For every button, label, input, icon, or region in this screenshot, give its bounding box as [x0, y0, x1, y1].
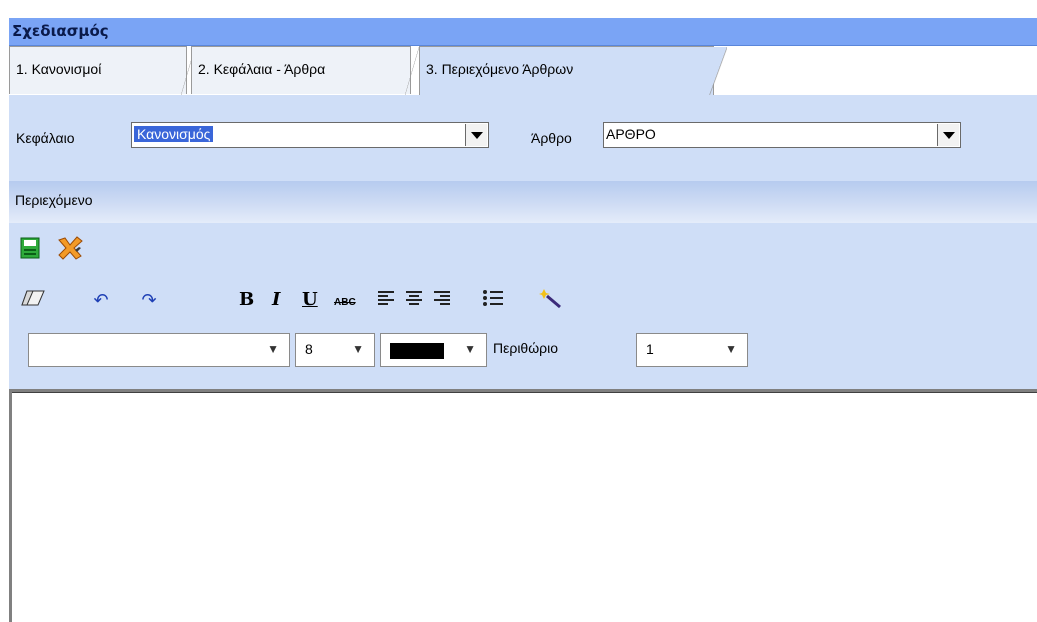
chevron-down-icon: ▼	[267, 342, 279, 356]
font-family-select[interactable]: ▼	[28, 333, 290, 367]
font-size-select[interactable]: 8 ▼	[295, 333, 375, 367]
margin-label: Περιθώριο	[493, 340, 559, 356]
tab-regulations[interactable]: 1. Κανονισμοί	[9, 46, 195, 95]
bold-button[interactable]: B	[239, 289, 254, 311]
font-size-value: 8	[305, 341, 313, 357]
margin-value: 1	[646, 341, 654, 357]
font-color-select[interactable]: ▼	[380, 333, 487, 367]
strikethrough-button[interactable]: ABC	[334, 292, 356, 314]
magic-wand-icon[interactable]	[537, 287, 563, 314]
bullet-list-icon[interactable]	[481, 289, 505, 312]
chapter-label: Κεφάλαιο	[16, 130, 75, 146]
chevron-down-icon[interactable]	[937, 124, 959, 146]
tab-label: 3. Περιεχόμενο Άρθρων	[426, 61, 574, 77]
align-right-icon[interactable]	[431, 289, 453, 311]
article-value: ΑΡΘΡΟ	[606, 126, 656, 142]
chevron-down-icon: ▼	[725, 342, 737, 356]
tab-article-content[interactable]: 3. Περιεχόμενο Άρθρων	[419, 46, 727, 96]
align-left-icon[interactable]	[375, 289, 397, 311]
selection-panel: Κεφάλαιο Κανονισμός Άρθρο ΑΡΘΡΟ	[9, 95, 1037, 181]
content-editor-area[interactable]	[9, 389, 1037, 622]
editor-toolbar: ↶ ↷ B I U ABC ▼ 8 ▼ ▼ Περιθώριο 1 ▼	[9, 223, 1037, 389]
chevron-down-icon: ▼	[464, 342, 476, 356]
save-icon[interactable]	[19, 237, 41, 261]
eraser-icon[interactable]	[19, 289, 47, 312]
margin-select[interactable]: 1 ▼	[636, 333, 748, 367]
cancel-icon[interactable]	[55, 235, 85, 261]
chevron-down-icon: ▼	[352, 342, 364, 356]
window-title-bar: Σχεδιασμός	[9, 18, 1037, 46]
article-label: Άρθρο	[531, 130, 572, 146]
content-section-header: Περιεχόμενο	[9, 181, 1037, 223]
tab-label: 2. Κεφάλαια - Άρθρα	[198, 61, 326, 77]
article-combobox[interactable]: ΑΡΘΡΟ	[603, 122, 961, 148]
underline-button[interactable]: U	[302, 289, 318, 311]
chevron-down-icon[interactable]	[465, 124, 487, 146]
chapter-value: Κανονισμός	[134, 126, 214, 142]
chapter-combobox[interactable]: Κανονισμός	[131, 122, 489, 148]
tab-chapters-articles[interactable]: 2. Κεφάλαια - Άρθρα	[191, 46, 419, 95]
undo-icon[interactable]: ↶	[89, 289, 113, 311]
tab-label: 1. Κανονισμοί	[16, 61, 102, 77]
tab-strip: 1. Κανονισμοί 2. Κεφάλαια - Άρθρα 3. Περ…	[9, 46, 1037, 96]
window-title: Σχεδιασμός	[12, 22, 109, 40]
align-center-icon[interactable]	[403, 289, 425, 311]
color-swatch	[390, 343, 444, 359]
redo-icon[interactable]: ↷	[137, 289, 161, 311]
italic-button[interactable]: I	[272, 289, 280, 311]
content-header-label: Περιεχόμενο	[15, 192, 93, 208]
